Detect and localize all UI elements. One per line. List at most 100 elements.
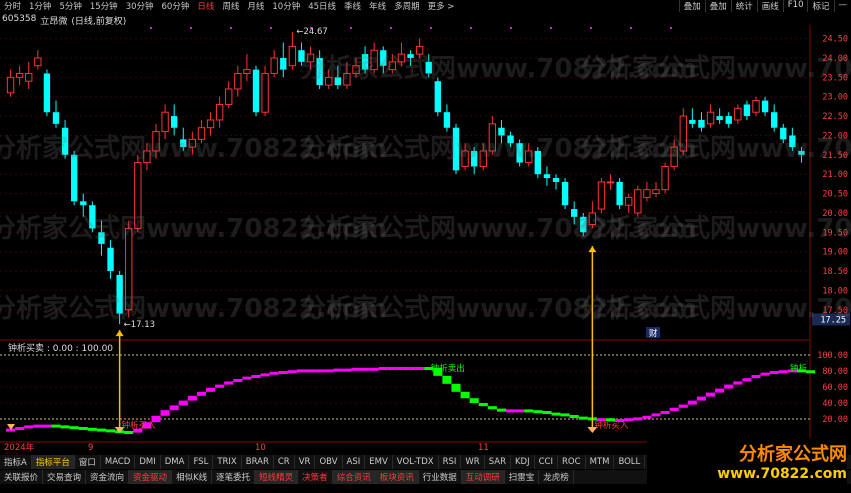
tab-item[interactable]: OBV (315, 455, 343, 469)
tab-item[interactable]: VOL-TDX (393, 455, 439, 469)
candle-body (306, 53, 315, 63)
candle-body (380, 50, 387, 66)
tab-item[interactable]: 指标平台 (31, 455, 75, 469)
marker-dot (230, 27, 232, 29)
period-tab[interactable]: 5分钟 (55, 0, 85, 12)
indicator-bar (642, 415, 652, 419)
tab-item[interactable]: 决策者 (298, 470, 333, 484)
tab-item[interactable]: 关联报价 (0, 470, 44, 484)
candle-body (388, 61, 397, 71)
candle-body (561, 181, 569, 206)
toolbar-button[interactable]: — (833, 0, 851, 12)
candle-body (434, 81, 441, 113)
tab-item[interactable]: 资金流向 (86, 470, 130, 484)
tab-item[interactable]: ASI (343, 455, 366, 469)
candle-body (270, 57, 278, 74)
toolbar-button[interactable]: 标记 (807, 0, 833, 12)
period-tab[interactable]: 45日线 (304, 0, 340, 12)
marker-dot (510, 27, 512, 29)
tab-item[interactable]: BRAR (242, 455, 274, 469)
toolbar-button[interactable]: F10 (782, 0, 808, 12)
period-tab[interactable]: 更多 > (424, 0, 459, 12)
kline-chart[interactable]: 24.50 24.00 23.50 23.00 22.50 22.00 21.50 21.00… (0, 25, 851, 455)
buy-label-1: 钟析买入 (122, 420, 157, 431)
period-tab[interactable]: 年线 (365, 0, 390, 12)
date-label: 2024年 (4, 442, 35, 453)
period-tab[interactable]: 多周期 (390, 0, 424, 12)
period-tab[interactable]: 10分钟 (268, 0, 304, 12)
tab-item[interactable]: 资金驱动 (129, 470, 173, 484)
tab-item[interactable]: 短线精灵 (255, 470, 299, 484)
tab-item[interactable]: 指标A (0, 455, 32, 469)
tab-item[interactable]: 交易查询 (43, 470, 87, 484)
candle-body (652, 189, 660, 195)
candle-body (316, 57, 323, 86)
indicator-bar (33, 424, 43, 428)
period-tab[interactable]: 分时 (0, 0, 25, 12)
candle-body (580, 216, 587, 233)
indicator-bar (60, 425, 70, 429)
indicator-bar (387, 367, 397, 370)
toolbar-button[interactable]: 叠加 (704, 0, 731, 12)
high-label: ←24.67 (296, 27, 327, 37)
period-tab[interactable]: 季线 (340, 0, 365, 12)
current-price: 17.25 (820, 315, 846, 325)
period-tab[interactable]: 60分钟 (158, 0, 194, 12)
tab-item[interactable]: MACD (101, 455, 136, 469)
tab-item[interactable]: FSL (189, 455, 214, 469)
tab-item[interactable]: VR (295, 455, 316, 469)
toolbar-button[interactable]: 叠加 (678, 0, 705, 12)
indicator-bar (696, 396, 706, 401)
tab-item[interactable]: 窗口 (75, 455, 101, 469)
tab-item[interactable]: 综合资讯 (332, 470, 376, 484)
candle-body (370, 49, 378, 71)
period-tab[interactable]: 日线 (193, 0, 218, 12)
indicator-bar (569, 415, 579, 418)
tab-item[interactable]: CCI (535, 455, 559, 469)
tab-item[interactable]: TRIX (213, 455, 242, 469)
tab-item[interactable]: EMV (365, 455, 393, 469)
tab-item[interactable]: KDJ (511, 455, 535, 469)
tab-item[interactable]: CR (274, 455, 295, 469)
period-tab[interactable]: 月线 (243, 0, 268, 12)
candle-body (734, 107, 742, 121)
indicator-bar (296, 369, 306, 373)
candle-body (698, 119, 705, 128)
tab-item[interactable]: 行业数据 (419, 470, 462, 484)
indicator-bar (451, 383, 461, 392)
period-tab[interactable]: 15分钟 (86, 0, 122, 12)
tab-item[interactable]: 板块资讯 (375, 470, 419, 484)
toolbar-button[interactable]: 画线 (756, 0, 783, 12)
indicator-bar (242, 376, 252, 380)
candle-body (188, 138, 197, 148)
candle-body (534, 150, 541, 175)
tab-item[interactable]: DMI (135, 455, 161, 469)
price-tick: 24.50 (822, 35, 848, 45)
tab-item[interactable]: WR (461, 455, 485, 469)
price-tick: 24.00 (822, 54, 848, 64)
candle-body (407, 54, 414, 58)
period-tab[interactable]: 1分钟 (25, 0, 55, 12)
tab-item[interactable]: 逐笔委托 (212, 470, 256, 484)
indicator-title: 钟析买卖 : 0.00 : 100.00 (8, 344, 114, 354)
candle-body (80, 201, 87, 206)
indicator-bar (460, 391, 470, 399)
period-tab[interactable]: 周线 (218, 0, 243, 12)
tab-item[interactable]: 互动调研 (461, 470, 505, 484)
tab-item[interactable]: 相似K线 (172, 470, 213, 484)
tab-item[interactable]: BOLL (614, 455, 646, 469)
indicator-bar (469, 398, 479, 403)
tab-item[interactable]: 龙虎榜 (539, 470, 574, 484)
tab-item[interactable]: SAR (485, 455, 511, 469)
marker-dot (630, 27, 632, 29)
toolbar-button[interactable]: 统计 (730, 0, 757, 12)
tab-item[interactable]: 扫雷宝 (505, 470, 540, 484)
tab-item[interactable]: ROC (558, 455, 586, 469)
period-tab[interactable]: 30分钟 (122, 0, 158, 12)
indicator-bar (660, 411, 670, 414)
tab-item[interactable]: MTM (586, 455, 615, 469)
tab-item[interactable]: RSI (439, 455, 462, 469)
tab-item[interactable]: DMA (161, 455, 190, 469)
indicator-bar (669, 407, 679, 411)
candle-body (243, 69, 251, 74)
